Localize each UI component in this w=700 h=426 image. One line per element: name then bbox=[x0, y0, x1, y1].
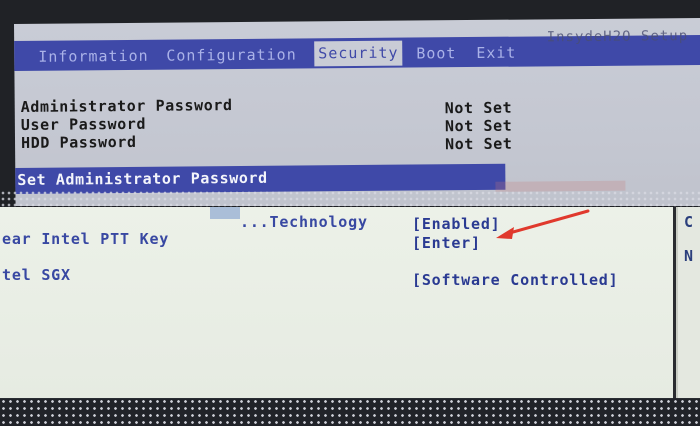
clear-ptt-key-label: ear Intel PTT Key bbox=[2, 230, 170, 248]
bios-brand: InsydeH2O Setup bbox=[546, 28, 689, 46]
user-password-status: Not Set bbox=[444, 116, 513, 136]
intel-sgx-label: tel SGX bbox=[2, 266, 71, 284]
hdd-password-label: HDD Password bbox=[20, 132, 137, 152]
set-admin-password-label: Set Administrator Password bbox=[17, 168, 268, 189]
help-panel: C N bbox=[676, 207, 700, 399]
technology-setting-label: ...Technology bbox=[240, 213, 368, 231]
tab-configuration[interactable]: Configuration bbox=[162, 43, 301, 66]
tpm-settings-screen: ...Technology [Enabled] ear Intel PTT Ke… bbox=[0, 207, 673, 399]
admin-password-label: Administrator Password bbox=[20, 96, 233, 116]
user-password-label: User Password bbox=[20, 114, 147, 134]
red-arrow-icon bbox=[496, 209, 590, 239]
top-bios-photo: InsydeH2O Setup Information Configuratio… bbox=[0, 0, 700, 206]
admin-password-status: Not Set bbox=[444, 98, 513, 118]
intel-sgx-value[interactable]: [Software Controlled] bbox=[412, 271, 618, 289]
tab-exit[interactable]: Exit bbox=[472, 42, 520, 64]
clear-ptt-key-value[interactable]: [Enter] bbox=[412, 234, 481, 252]
help-panel-char: N bbox=[684, 247, 694, 265]
help-panel-char: C bbox=[684, 213, 694, 231]
tab-security[interactable]: Security bbox=[314, 40, 403, 67]
tab-boot[interactable]: Boot bbox=[412, 42, 460, 64]
torn-edge-bottom bbox=[0, 398, 700, 426]
security-screen: InsydeH2O Setup Information Configuratio… bbox=[14, 17, 700, 206]
blurred-text-artifact bbox=[210, 207, 240, 219]
tab-information[interactable]: Information bbox=[34, 45, 153, 68]
panel-divider bbox=[676, 207, 678, 399]
bottom-bios-photo: ...Technology [Enabled] ear Intel PTT Ke… bbox=[0, 207, 700, 399]
hdd-password-status: Not Set bbox=[444, 134, 513, 154]
